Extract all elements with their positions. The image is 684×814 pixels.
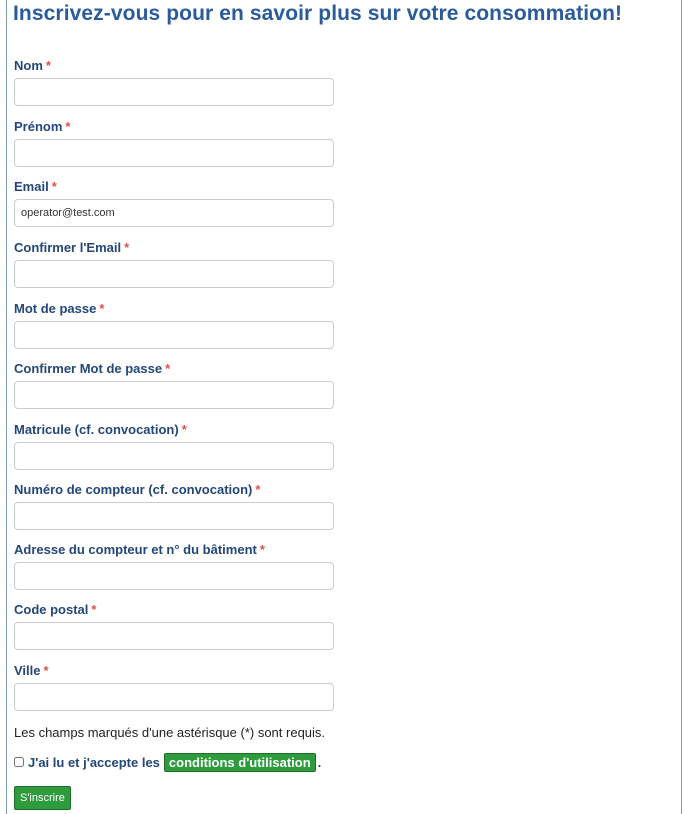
required-marker: * <box>45 58 51 73</box>
accept-terms-text: J'ai lu et j'accepte les <box>28 754 160 770</box>
label-text: Adresse du compteur et n° du bâtiment <box>14 542 257 557</box>
required-marker: * <box>124 240 130 255</box>
field-meter-address: Adresse du compteur et n° du bâtiment * <box>14 542 334 590</box>
page-title: Inscrivez-vous pour en savoir plus sur v… <box>13 2 623 25</box>
field-confirm-email: Confirmer l'Email * <box>14 240 334 288</box>
meter-number-input[interactable] <box>14 502 334 530</box>
field-label: Confirmer Mot de passe * <box>14 361 334 377</box>
label-text: Prénom <box>14 119 63 134</box>
field-label: Matricule (cf. convocation) * <box>14 422 334 438</box>
field-label: Code postal * <box>14 602 334 618</box>
label-text: Code postal <box>14 602 89 617</box>
label-text: Numéro de compteur (cf. convocation) <box>14 482 253 497</box>
field-label: Nom * <box>14 58 334 74</box>
nom-input[interactable] <box>14 78 334 106</box>
field-password: Mot de passe * <box>14 301 334 349</box>
required-marker: * <box>65 119 71 134</box>
postal-code-input[interactable] <box>14 622 334 650</box>
label-text: Mot de passe <box>14 301 97 316</box>
city-input[interactable] <box>14 683 334 711</box>
label-text: Confirmer Mot de passe <box>14 361 163 376</box>
password-input[interactable] <box>14 321 334 349</box>
confirm-email-input[interactable] <box>14 260 334 288</box>
confirm-password-input[interactable] <box>14 381 334 409</box>
required-marker: * <box>99 301 105 316</box>
label-text: Email <box>14 179 49 194</box>
label-text: Confirmer l'Email <box>14 240 122 255</box>
email-input[interactable] <box>14 199 334 227</box>
field-prenom: Prénom * <box>14 119 334 167</box>
required-marker: * <box>51 179 57 194</box>
required-marker: * <box>91 602 97 617</box>
prenom-input[interactable] <box>14 139 334 167</box>
register-button[interactable]: S'inscrire <box>14 786 71 810</box>
field-city: Ville * <box>14 663 334 711</box>
field-confirm-password: Confirmer Mot de passe * <box>14 361 334 409</box>
accept-terms-suffix: . <box>317 754 322 770</box>
accept-terms-checkbox[interactable] <box>14 757 24 767</box>
field-label: Prénom * <box>14 119 334 135</box>
required-marker: * <box>255 482 261 497</box>
field-nom: Nom * <box>14 58 334 106</box>
terms-of-use-link[interactable]: conditions d'utilisation <box>163 752 316 772</box>
required-marker: * <box>43 663 49 678</box>
field-label: Numéro de compteur (cf. convocation) * <box>14 482 334 498</box>
field-label: Ville * <box>14 663 334 679</box>
field-meter-number: Numéro de compteur (cf. convocation) * <box>14 482 334 530</box>
label-text: Nom <box>14 58 43 73</box>
required-marker: * <box>259 542 265 557</box>
field-matricule: Matricule (cf. convocation) * <box>14 422 334 470</box>
field-email: Email * <box>14 179 334 227</box>
required-marker: * <box>181 422 187 437</box>
field-label: Mot de passe * <box>14 301 334 317</box>
field-label: Email * <box>14 179 334 195</box>
matricule-input[interactable] <box>14 442 334 470</box>
field-postal-code: Code postal * <box>14 602 334 650</box>
label-text: Matricule (cf. convocation) <box>14 422 179 437</box>
required-marker: * <box>165 361 171 376</box>
required-fields-note: Les champs marqués d'une astérisque (*) … <box>14 725 326 740</box>
meter-address-input[interactable] <box>14 562 334 590</box>
field-label: Confirmer l'Email * <box>14 240 334 256</box>
accept-terms-row: J'ai lu et j'accepte les conditions d'ut… <box>14 752 321 772</box>
field-label: Adresse du compteur et n° du bâtiment * <box>14 542 334 558</box>
label-text: Ville <box>14 663 41 678</box>
